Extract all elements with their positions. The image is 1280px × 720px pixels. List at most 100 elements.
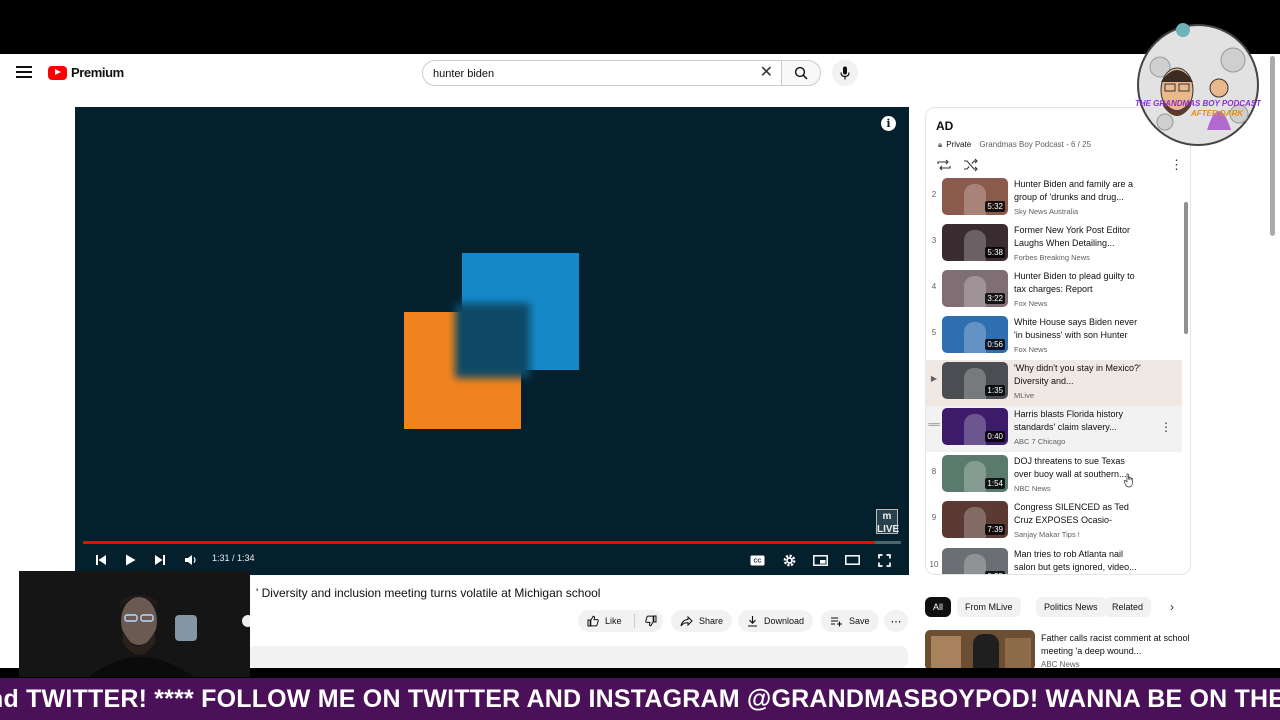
logo-text: Premium: [71, 65, 124, 80]
playlist-item-channel: Sky News Australia: [1014, 207, 1079, 216]
playlist-item-thumbnail: 0:56: [942, 316, 1008, 353]
playlist-item[interactable]: 8 1:54 DOJ threatens to sue Texas over buo…: [926, 453, 1182, 499]
playlist-owner-position[interactable]: Grandmas Boy Podcast - 6 / 25: [979, 140, 1091, 149]
playlist-item-thumbnail: 5:38: [942, 224, 1008, 261]
playlist-add-icon: [831, 616, 842, 626]
playlist-item[interactable]: 10 0:55 Man tries to rob Atlanta nail salo…: [926, 546, 1182, 574]
download-button[interactable]: Download: [738, 610, 814, 632]
playlist-item-title: Man tries to rob Atlanta nail salon but …: [1014, 549, 1137, 572]
youtube-logo[interactable]: Premium: [48, 65, 124, 80]
playlist-item-channel: Forbes Breaking News: [1014, 253, 1090, 262]
playlist-item-title: Former New York Post Editor Laughs When …: [1014, 225, 1131, 248]
download-icon: [748, 616, 757, 627]
playlist-item[interactable]: ══ 0:40 Harris blasts Florida history stan…: [926, 406, 1182, 452]
duration-badge: 0:40: [985, 431, 1005, 442]
youtube-play-logo-icon: [48, 65, 67, 80]
duration-badge: 5:38: [985, 247, 1005, 258]
playlist-item-title: Hunter Biden and family are a group of '…: [1014, 179, 1134, 202]
video-frame-logo: [404, 253, 579, 429]
volume-icon: [185, 555, 196, 565]
skip-next-icon: [155, 555, 165, 565]
fullscreen-button[interactable]: [875, 551, 893, 569]
video-title: ' Diversity and inclusion meeting turns …: [256, 586, 601, 600]
playlist-item[interactable]: 5 0:56 White House says Biden never 'in bu…: [926, 314, 1182, 360]
search-box: ✕: [422, 60, 782, 86]
mouse-cursor-icon: [1124, 473, 1133, 488]
more-actions-button[interactable]: ⋯: [884, 610, 908, 632]
filter-chip[interactable]: All: [925, 597, 952, 617]
playlist-item-channel: Fox News: [1014, 345, 1048, 354]
recommended-title: Father calls racist comment at school me…: [1041, 633, 1190, 656]
playlist-item-thumbnail: 1:35: [942, 362, 1008, 399]
playlist-item-title: Congress SILENCED as Ted Cruz EXPOSES Oc…: [1014, 502, 1129, 525]
playlist-title[interactable]: AD: [936, 119, 953, 133]
miniplayer-button[interactable]: [811, 551, 829, 569]
search-button[interactable]: [781, 60, 821, 86]
playlist-item[interactable]: 3 5:38 Former New York Post Editor Laughs …: [926, 222, 1182, 268]
description-box[interactable]: [248, 646, 908, 668]
settings-button[interactable]: [780, 551, 798, 569]
theater-mode-button[interactable]: [843, 551, 861, 569]
duration-badge: 1:35: [985, 385, 1005, 396]
playlist-item-thumbnail: 3:22: [942, 270, 1008, 307]
filter-chip[interactable]: Politics News: [1036, 597, 1106, 617]
playlist-item-thumbnail: 1:54: [942, 455, 1008, 492]
playlist-item[interactable]: 4 3:22 Hunter Biden to plead guilty to tax…: [926, 268, 1182, 314]
thumbs-down-icon[interactable]: [644, 615, 657, 627]
progress-bar[interactable]: [83, 541, 901, 544]
loop-button[interactable]: [936, 158, 952, 172]
webcam-overlay: [19, 571, 250, 677]
share-icon: [680, 615, 693, 626]
playlist-item-index: 2: [931, 190, 937, 199]
playlist-item-thumbnail: 5:32: [942, 178, 1008, 215]
share-button[interactable]: Share: [671, 610, 733, 632]
playlist-item-title: 'Why didn't you stay in Mexico?' Diversi…: [1014, 363, 1141, 386]
next-button[interactable]: [152, 551, 168, 569]
playlist-item-index: 4: [931, 282, 937, 291]
like-button[interactable]: Like: [578, 610, 663, 632]
podcast-logo-art: THE GRANDMAS BOY PODCAST AFTER DARK: [1135, 23, 1262, 146]
playlist-scrollbar[interactable]: [1184, 202, 1188, 334]
recommended-thumbnail: [925, 630, 1035, 668]
clear-search-icon[interactable]: ✕: [760, 65, 773, 81]
playlist-item[interactable]: 2 5:32 Hunter Biden and family are a group…: [926, 178, 1182, 222]
playlist-item-channel: MLive: [1014, 391, 1035, 400]
recommended-channel: ABC News: [1041, 660, 1080, 668]
voice-search-button[interactable]: [832, 60, 858, 86]
scrolling-ticker: nd TWITTER! **** FOLLOW ME ON TWITTER AN…: [0, 678, 1280, 720]
playlist-item[interactable]: ▶ 1:35 'Why didn't you stay in Mexico?' Di…: [926, 360, 1182, 406]
playlist-item-thumbnail: 7:39: [942, 501, 1008, 538]
playlist-items: 2 5:32 Hunter Biden and family are a group…: [926, 178, 1182, 574]
captions-button[interactable]: CC: [748, 551, 766, 569]
info-icon[interactable]: i: [881, 116, 896, 131]
miniplayer-icon: [812, 554, 828, 566]
recommended-video[interactable]: Father calls racist comment at school me…: [925, 630, 1195, 668]
previous-button[interactable]: [93, 551, 109, 569]
page-scrollbar[interactable]: [1270, 56, 1275, 236]
svg-text:CC: CC: [753, 558, 761, 564]
playlist-item-title: Harris blasts Florida history standards'…: [1014, 409, 1124, 432]
volume-button[interactable]: [183, 551, 199, 569]
theater-mode-icon: [844, 555, 860, 565]
playlist-item-thumbnail: 0:55: [942, 548, 1008, 574]
chips-next-icon[interactable]: ›: [1170, 600, 1174, 614]
item-more-icon[interactable]: ⋮: [1160, 420, 1172, 434]
search-input[interactable]: [433, 65, 753, 82]
playlist-item[interactable]: 9 7:39 Congress SILENCED as Ted Cruz EXPOS…: [926, 499, 1182, 545]
filter-chip[interactable]: From MLive: [957, 597, 1021, 617]
save-label: Save: [849, 616, 870, 626]
search-icon: [794, 66, 808, 80]
badge-line1: THE GRANDMAS BOY PODCAST: [1135, 99, 1261, 108]
progress-fill: [83, 541, 875, 544]
share-label: Share: [699, 616, 724, 626]
video-player[interactable]: i m LIVE 1:31 / 1:34 CC: [75, 107, 909, 575]
menu-icon[interactable]: [16, 66, 32, 78]
save-button[interactable]: Save: [821, 610, 879, 632]
playlist-more-icon[interactable]: ⋮: [1170, 158, 1183, 172]
like-divider: [633, 614, 635, 628]
filter-chip[interactable]: Related: [1104, 597, 1152, 617]
download-label: Download: [764, 616, 805, 626]
shuffle-button[interactable]: [963, 158, 979, 172]
play-button[interactable]: [122, 551, 138, 569]
playlist-item-title: White House says Biden never 'in busines…: [1014, 317, 1138, 340]
